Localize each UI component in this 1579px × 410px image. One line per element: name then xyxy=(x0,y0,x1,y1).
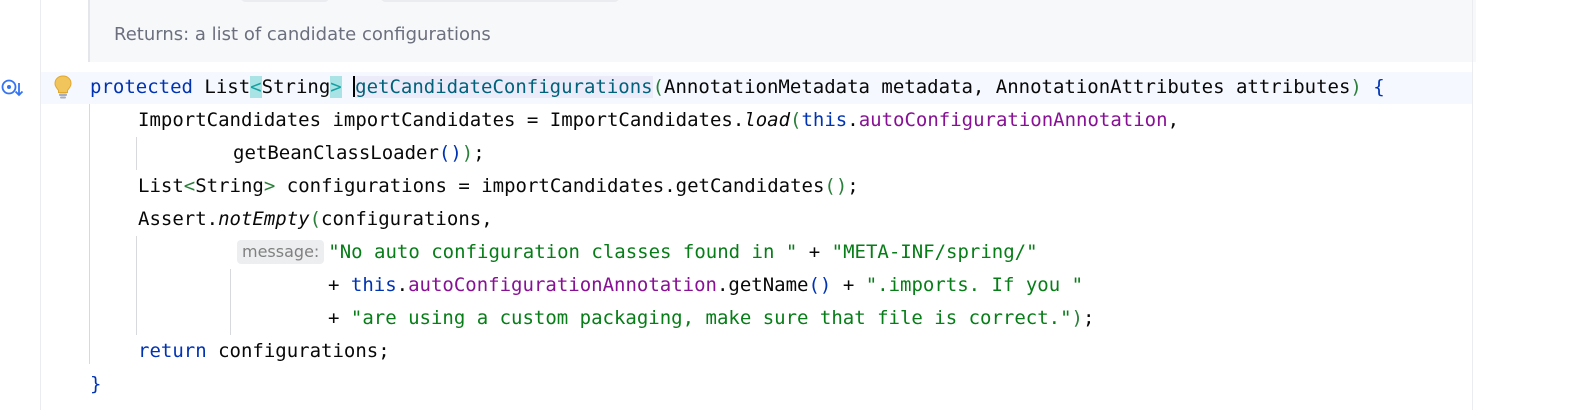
paren-close: ) xyxy=(461,142,474,164)
parens: () xyxy=(824,175,848,197)
string-literal: "No auto configuration classes found in … xyxy=(328,241,798,263)
method-call-getBeanClassLoader: getBeanClassLoader xyxy=(233,142,439,164)
bracket-close: > xyxy=(263,175,276,197)
code-text: configurations = importCandidates.getCan… xyxy=(275,175,825,197)
code-line-3[interactable]: getBeanClassLoader()); xyxy=(233,137,485,170)
code-line-7[interactable]: + this.autoConfigurationAnnotation.getNa… xyxy=(328,269,1083,302)
code-line-5[interactable]: Assert.notEmpty(configurations, xyxy=(138,203,493,236)
plus-operator: + xyxy=(328,307,351,329)
indent-guide xyxy=(230,269,231,335)
type-string: String xyxy=(195,175,264,197)
code-text: ImportCandidates importCandidates = Impo… xyxy=(138,109,745,131)
paren-open: ( xyxy=(652,76,665,98)
javadoc-returns-label: Returns: xyxy=(114,24,190,45)
method-name-getCandidateConfigurations[interactable]: getCandidateConfigurations xyxy=(355,76,653,98)
paren-open: ( xyxy=(790,109,802,131)
javadoc-returns: Returns: a list of candidate configurati… xyxy=(114,24,491,45)
code-line-1[interactable]: protected List<String> getCandidateConfi… xyxy=(90,71,1385,104)
right-margin-guide xyxy=(1472,0,1473,410)
code-text: Assert. xyxy=(138,208,219,230)
indent-guide xyxy=(89,104,90,364)
method-call-load: load xyxy=(744,109,791,131)
indent-guide xyxy=(136,137,137,170)
dot: . xyxy=(847,109,859,131)
dot: . xyxy=(396,274,409,296)
lightbulb-icon[interactable] xyxy=(52,74,74,100)
method-call-notEmpty: notEmpty xyxy=(218,208,310,230)
type-list: List xyxy=(138,175,184,197)
indent-guide xyxy=(136,236,137,335)
code-text: configurations, xyxy=(321,208,493,230)
plus-operator: + xyxy=(797,241,832,263)
doc-chip xyxy=(380,0,620,2)
code-text: configurations; xyxy=(206,340,390,362)
method-call-getName: .getName xyxy=(716,274,809,296)
field-autoConfigurationAnnotation: autoConfigurationAnnotation xyxy=(858,109,1168,131)
paren-close: ) xyxy=(1071,307,1083,329)
semicolon: ; xyxy=(473,142,485,164)
keyword-return: return xyxy=(138,340,207,362)
keyword-protected: protected xyxy=(90,76,193,98)
code-line-10[interactable]: } xyxy=(90,368,101,401)
bracket-open-highlighted: < xyxy=(250,76,262,98)
semicolon: ; xyxy=(847,175,859,197)
keyword-this: this xyxy=(350,274,397,296)
type-list: List xyxy=(204,76,251,98)
brace-open: { xyxy=(1373,76,1385,98)
field-autoConfigurationAnnotation: autoConfigurationAnnotation xyxy=(408,274,717,296)
implemented-methods-icon[interactable] xyxy=(0,76,26,102)
keyword-this: this xyxy=(801,109,848,131)
semicolon: ; xyxy=(1083,307,1095,329)
string-literal: "META-INF/spring/" xyxy=(831,241,1038,263)
plus-operator: + xyxy=(831,274,866,296)
editor-gutter xyxy=(0,0,41,410)
paren-open: ( xyxy=(309,208,322,230)
rendered-javadoc-block: Returns: a list of candidate configurati… xyxy=(88,0,1476,62)
plus-operator: + xyxy=(328,274,351,296)
parameter-name-hint[interactable]: message: xyxy=(237,240,325,264)
bracket-open: < xyxy=(183,175,196,197)
comma: , xyxy=(1167,109,1180,131)
string-literal: ".imports. If you " xyxy=(865,274,1084,296)
method-params: AnnotationMetadata metadata, AnnotationA… xyxy=(664,76,1351,98)
string-literal: "are using a custom packaging, make sure… xyxy=(350,307,1072,329)
code-line-8[interactable]: + "are using a custom packaging, make su… xyxy=(328,302,1094,335)
bracket-close-highlighted: > xyxy=(330,76,342,98)
paren-close: ) xyxy=(1350,76,1362,98)
javadoc-returns-text: a list of candidate configurations xyxy=(194,24,491,45)
parens: () xyxy=(438,142,462,164)
code-line-9[interactable]: return configurations; xyxy=(138,335,390,368)
doc-chip xyxy=(240,0,330,2)
parens: () xyxy=(808,274,832,296)
code-line-4[interactable]: List<String> configurations = importCand… xyxy=(138,170,859,203)
brace-close: } xyxy=(90,373,102,395)
code-line-6[interactable]: message: "No auto configuration classes f… xyxy=(237,236,1038,269)
code-line-2[interactable]: ImportCandidates importCandidates = Impo… xyxy=(138,104,1179,137)
type-string: String xyxy=(261,76,331,98)
